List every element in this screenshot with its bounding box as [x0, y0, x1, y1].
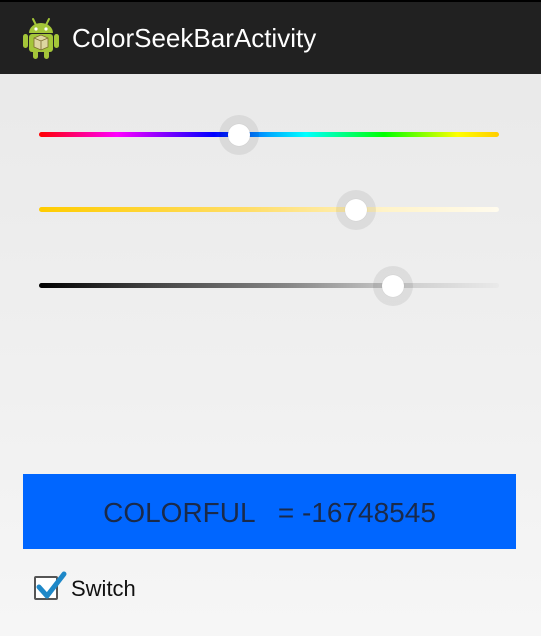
screen: ColorSeekBarActivity COLORFUL = -1674854… [0, 0, 541, 636]
action-bar: ColorSeekBarActivity [0, 0, 541, 74]
status-edge [0, 0, 541, 2]
alpha-seekbar[interactable] [39, 190, 499, 230]
checkmark-icon [36, 571, 67, 599]
shade-thumb[interactable] [382, 275, 404, 297]
color-value-text: COLORFUL = -16748545 [103, 497, 436, 528]
hue-seekbar[interactable] [39, 115, 499, 155]
shade-track[interactable] [39, 283, 499, 288]
android-robot-icon [22, 16, 60, 60]
color-panel: COLORFUL = -16748545 [23, 474, 516, 549]
switch-label: Switch [71, 576, 136, 601]
hue-track[interactable] [39, 132, 499, 137]
alpha-thumb[interactable] [345, 199, 367, 221]
alpha-track[interactable] [39, 207, 499, 212]
switch-checkbox[interactable] [34, 571, 67, 600]
shade-seekbar[interactable] [39, 266, 499, 306]
hue-thumb[interactable] [228, 124, 250, 146]
app-title: ColorSeekBarActivity [72, 23, 317, 53]
